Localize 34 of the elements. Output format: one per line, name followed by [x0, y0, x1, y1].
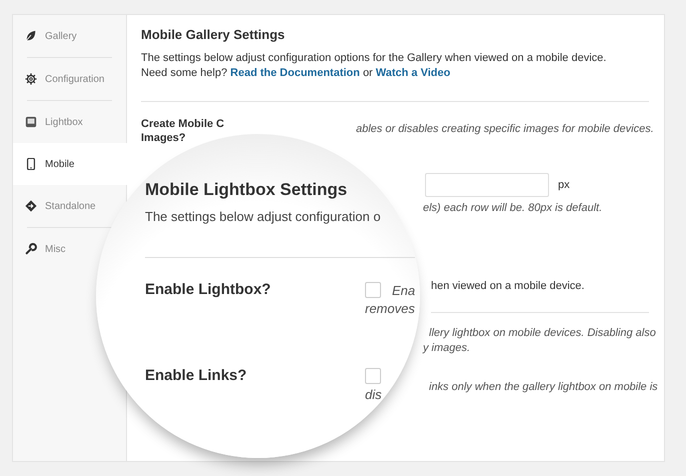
- setting-description: y images.: [423, 341, 472, 356]
- setting-description: hen viewed on a mobile device.: [431, 279, 586, 294]
- checkbox[interactable]: [365, 282, 381, 298]
- section-title: Mobile Gallery Settings: [141, 27, 286, 43]
- video-link[interactable]: Watch a Video: [376, 67, 450, 79]
- setting-description: removes: [365, 300, 416, 318]
- unit-label: px: [558, 179, 570, 191]
- sidebar-tab[interactable]: Lightbox: [13, 101, 83, 143]
- magnified-description: The settings below adjust configuration o: [145, 208, 382, 226]
- setting-label: Enable Links?: [145, 366, 248, 386]
- setting-description: ables or disables creating specific images for mobile devices.: [356, 122, 654, 137]
- documentation-link[interactable]: Read the Documentation: [230, 67, 360, 79]
- diamond-icon: [25, 200, 37, 212]
- leaf-icon: [25, 30, 37, 42]
- sidebar-tab[interactable]: Gallery: [13, 15, 77, 57]
- setting-description: inks only when the gallery lightbox on mobile is: [429, 380, 659, 395]
- image-icon: [25, 116, 37, 128]
- setting-description: Ena: [392, 282, 416, 298]
- phone-icon: [25, 158, 37, 170]
- sidebar-tab[interactable]: Misc: [13, 228, 66, 270]
- setting-description: els) each row will be. 80px is default.: [423, 201, 604, 216]
- setting-label: Create Mobile C: [141, 117, 226, 131]
- sidebar-tab[interactable]: Standalone: [13, 185, 96, 227]
- input-field[interactable]: [425, 173, 549, 197]
- sidebar-tab[interactable]: Mobile: [13, 143, 127, 185]
- section-description: The settings below adjust configuration options for the Gallery when viewed on a mobile device. Need some help? Read the Documentation or Watch a Video: [141, 51, 608, 81]
- setting-label: Images?: [141, 131, 187, 145]
- gear-icon: [25, 73, 37, 85]
- setting-description: dis: [365, 386, 382, 404]
- magnified-title: Mobile Lightbox Settings: [145, 180, 348, 200]
- checkbox[interactable]: [365, 368, 381, 384]
- sidebar-tab[interactable]: Configuration: [13, 58, 104, 100]
- setting-description: llery lightbox on mobile devices. Disabling also: [429, 326, 657, 341]
- setting-label: Enable Lightbox?: [145, 280, 272, 300]
